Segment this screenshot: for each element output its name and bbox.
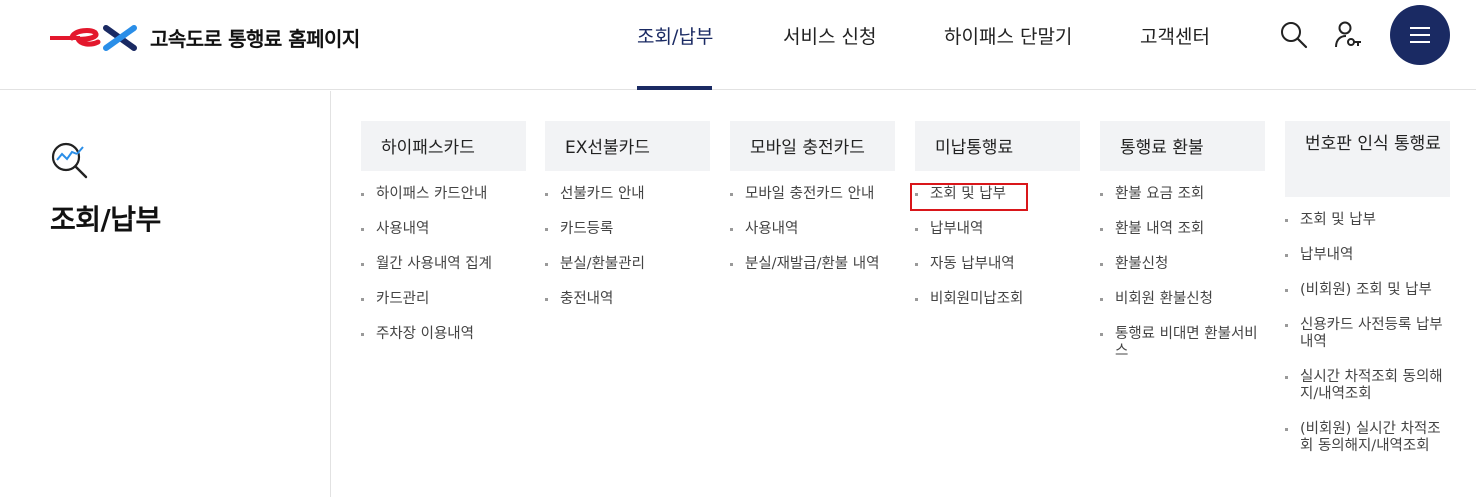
menu-item[interactable]: 납부내역 xyxy=(1285,247,1450,264)
header: 고속도로 통행료 홈페이지 조회/납부 서비스 신청 하이패스 단말기 고객센터 xyxy=(0,0,1476,90)
menu-column-ex-prepaid-card: EX선불카드 선불카드 안내 카드등록 분실/환불관리 충전내역 xyxy=(545,121,710,326)
menu-item[interactable]: 주차장 이용내역 xyxy=(361,326,526,343)
site-logo[interactable]: 고속도로 통행료 홈페이지 xyxy=(50,22,360,52)
search-icon[interactable] xyxy=(1279,20,1309,50)
column-header[interactable]: 번호판 인식 통행료 xyxy=(1285,121,1450,197)
menu-column-toll-refund: 통행료 환불 환불 요금 조회 환불 내역 조회 환불신청 비회원 환불신청 통… xyxy=(1100,121,1265,378)
nav-hipass-device[interactable]: 하이패스 단말기 xyxy=(944,22,1072,49)
menu-item[interactable]: 분실/재발급/환불 내역 xyxy=(730,256,895,273)
column-header[interactable]: 통행료 환불 xyxy=(1100,121,1265,171)
menu-list: 조회 및 납부 납부내역 자동 납부내역 비회원미납조회 xyxy=(915,171,1080,308)
menu-item[interactable]: 선불카드 안내 xyxy=(545,186,710,203)
section-title: 조회/납부 xyxy=(50,203,161,236)
menu-list: 환불 요금 조회 환불 내역 조회 환불신청 비회원 환불신청 통행료 비대면 … xyxy=(1100,171,1265,360)
menu-item[interactable]: 자동 납부내역 xyxy=(915,256,1080,273)
menu-list: 하이패스 카드안내 사용내역 월간 사용내역 집계 카드관리 주차장 이용내역 xyxy=(361,171,526,343)
column-header[interactable]: EX선불카드 xyxy=(545,121,710,171)
menu-item[interactable]: 실시간 차적조회 동의해지/내역조회 xyxy=(1285,369,1450,403)
site-title: 고속도로 통행료 홈페이지 xyxy=(150,26,360,51)
menu-list: 모바일 충전카드 안내 사용내역 분실/재발급/환불 내역 xyxy=(730,171,895,273)
menu-item[interactable]: 카드관리 xyxy=(361,291,526,308)
menu-item[interactable]: (비회원) 조회 및 납부 xyxy=(1285,282,1450,299)
menu-item[interactable]: 환불 내역 조회 xyxy=(1100,221,1265,238)
menu-item[interactable]: 통행료 비대면 환불서비스 xyxy=(1100,326,1265,360)
section-title-panel: 조회/납부 xyxy=(0,91,331,497)
menu-item[interactable]: 모바일 충전카드 안내 xyxy=(730,186,895,203)
nav-service-request[interactable]: 서비스 신청 xyxy=(783,22,876,49)
menu-item[interactable]: 사용내역 xyxy=(730,221,895,238)
menu-column-mobile-card: 모바일 충전카드 모바일 충전카드 안내 사용내역 분실/재발급/환불 내역 xyxy=(730,121,895,291)
menu-list: 조회 및 납부 납부내역 (비회원) 조회 및 납부 신용카드 사전등록 납부내… xyxy=(1285,197,1450,455)
menu-column-hipass-card: 하이패스카드 하이패스 카드안내 사용내역 월간 사용내역 집계 카드관리 주차… xyxy=(361,121,526,361)
column-header[interactable]: 하이패스카드 xyxy=(361,121,526,171)
active-nav-underline xyxy=(637,86,712,90)
ex-logo-icon xyxy=(50,25,137,51)
menu-item-selected[interactable]: 조회 및 납부 xyxy=(915,186,1080,203)
menu-column-plate-toll: 번호판 인식 통행료 조회 및 납부 납부내역 (비회원) 조회 및 납부 신용… xyxy=(1285,121,1450,473)
menu-item[interactable]: 비회원 환불신청 xyxy=(1100,291,1265,308)
menu-item[interactable]: 신용카드 사전등록 납부내역 xyxy=(1285,317,1450,351)
nav-inquiry-payment[interactable]: 조회/납부 xyxy=(637,22,713,49)
menu-item[interactable]: 사용내역 xyxy=(361,221,526,238)
magnifier-chart-icon xyxy=(51,142,88,179)
menu-column-unpaid-toll: 미납통행료 조회 및 납부 납부내역 자동 납부내역 비회원미납조회 xyxy=(915,121,1080,326)
menu-item[interactable]: 월간 사용내역 집계 xyxy=(361,256,526,273)
column-header[interactable]: 모바일 충전카드 xyxy=(730,121,895,171)
menu-item[interactable]: 납부내역 xyxy=(915,221,1080,238)
menu-item[interactable]: 환불 요금 조회 xyxy=(1100,186,1265,203)
hamburger-menu-icon[interactable] xyxy=(1390,5,1450,65)
menu-item[interactable]: 비회원미납조회 xyxy=(915,291,1080,308)
menu-item[interactable]: 환불신청 xyxy=(1100,256,1265,273)
menu-item[interactable]: 카드등록 xyxy=(545,221,710,238)
user-key-icon[interactable] xyxy=(1333,20,1363,50)
menu-item[interactable]: 분실/환불관리 xyxy=(545,256,710,273)
column-header[interactable]: 미납통행료 xyxy=(915,121,1080,171)
menu-item[interactable]: 충전내역 xyxy=(545,291,710,308)
menu-item[interactable]: 조회 및 납부 xyxy=(1285,212,1450,229)
menu-list: 선불카드 안내 카드등록 분실/환불관리 충전내역 xyxy=(545,171,710,308)
nav-customer-center[interactable]: 고객센터 xyxy=(1140,22,1210,49)
menu-item[interactable]: 하이패스 카드안내 xyxy=(361,186,526,203)
menu-item[interactable]: (비회원) 실시간 차적조회 동의해지/내역조회 xyxy=(1285,421,1450,455)
